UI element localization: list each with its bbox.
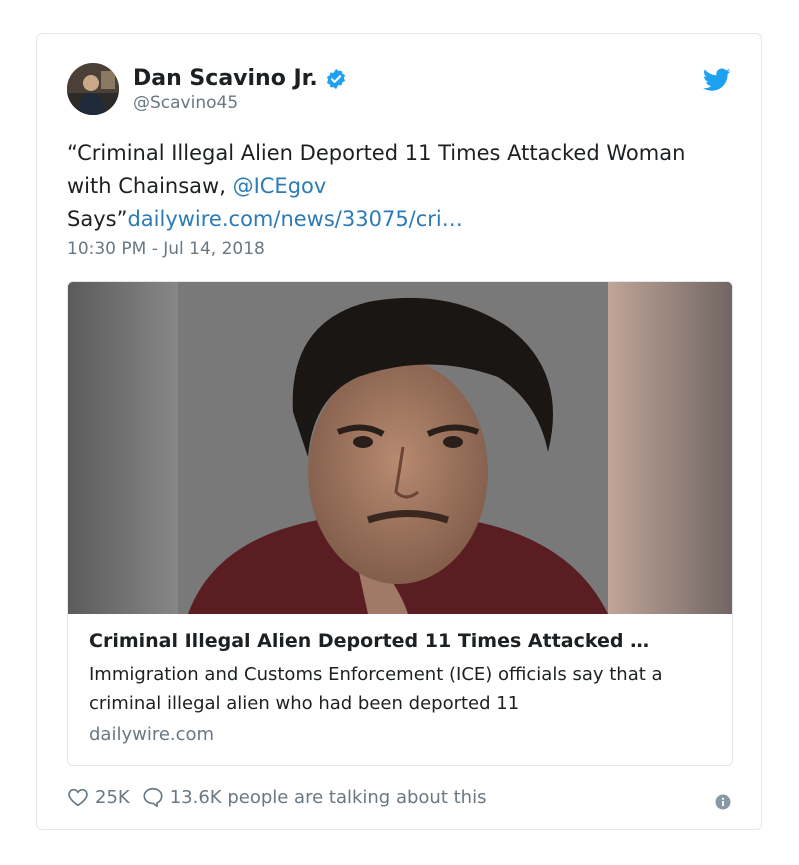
author-handle[interactable]: @Scavino45 bbox=[133, 93, 238, 113]
twitter-bird-icon[interactable] bbox=[703, 68, 731, 92]
verified-badge-icon bbox=[325, 68, 347, 90]
mention-link[interactable]: @ICEgov bbox=[233, 174, 327, 198]
author-name-row[interactable]: Dan Scavino Jr. bbox=[133, 66, 347, 91]
link-preview-card[interactable]: Criminal Illegal Alien Deported 11 Times… bbox=[67, 281, 733, 766]
article-photo[interactable] bbox=[68, 282, 732, 614]
tweet-timestamp[interactable]: 10:30 PM - Jul 14, 2018 bbox=[67, 239, 265, 259]
author-name[interactable]: Dan Scavino Jr. bbox=[133, 66, 318, 91]
speech-bubble-icon[interactable] bbox=[142, 786, 164, 808]
link-preview-domain: dailywire.com bbox=[89, 724, 215, 745]
link-preview-title[interactable]: Criminal Illegal Alien Deported 11 Times… bbox=[89, 630, 711, 652]
talking-about-label[interactable]: 13.6K people are talking about this bbox=[170, 787, 487, 808]
heart-icon[interactable] bbox=[67, 786, 89, 808]
link-preview-body: Criminal Illegal Alien Deported 11 Times… bbox=[68, 614, 732, 745]
tweet-actions: 25K 13.6K people are talking about this bbox=[67, 786, 486, 808]
like-count[interactable]: 25K bbox=[95, 787, 130, 808]
article-link[interactable]: dailywire.com/news/33075/cri… bbox=[127, 207, 462, 231]
info-icon[interactable] bbox=[715, 794, 731, 810]
author-avatar[interactable] bbox=[67, 63, 119, 115]
tweet-text-part1: “Criminal Illegal Alien Deported 11 Time… bbox=[67, 141, 686, 198]
link-preview-description: Immigration and Customs Enforcement (ICE… bbox=[89, 664, 663, 714]
tweet-text-part2: Says” bbox=[67, 207, 128, 231]
tweet-text: “Criminal Illegal Alien Deported 11 Time… bbox=[67, 137, 707, 236]
tweet-card: Dan Scavino Jr. @Scavino45 “Criminal Ill… bbox=[36, 33, 762, 830]
